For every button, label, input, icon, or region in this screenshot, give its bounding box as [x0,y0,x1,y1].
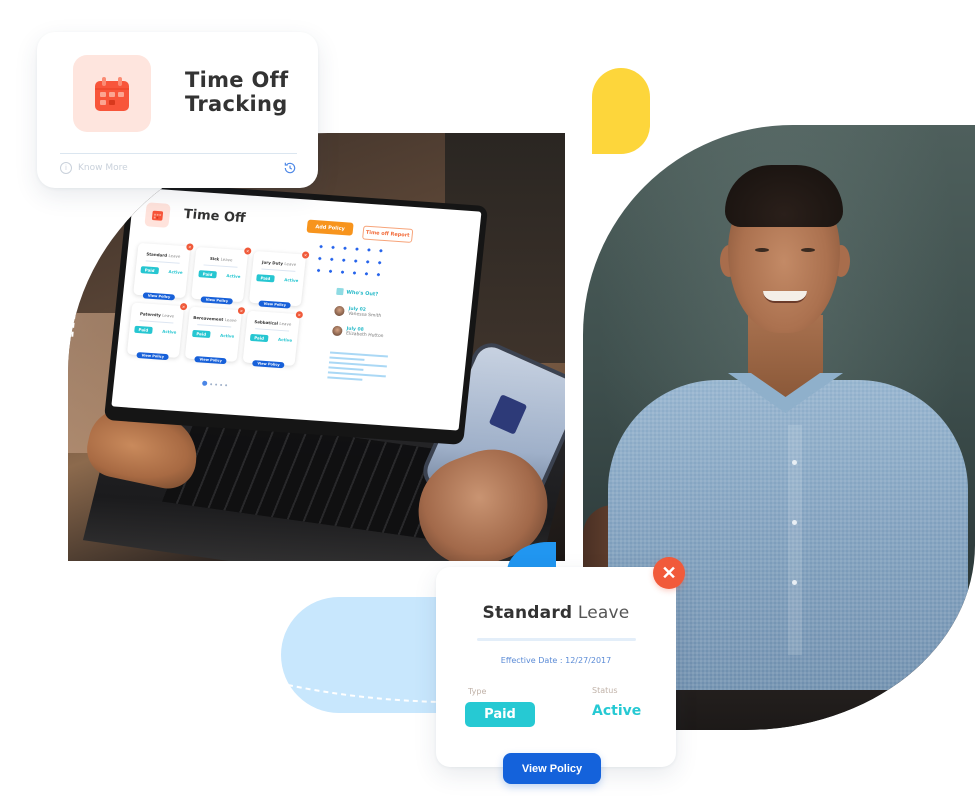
close-icon[interactable]: × [179,302,188,311]
standard-leave-card: Standard Leave Effective Date : 12/27/20… [436,567,676,767]
whos-out-person: July 08 Elizabeth Hutton [331,325,384,339]
pagination-dots[interactable] [201,380,228,388]
leave-title: Standard Leave [482,603,630,623]
close-icon[interactable]: × [301,251,310,259]
avatar [333,305,345,317]
calendar-icon [73,55,151,132]
view-policy-button[interactable]: View Policy [252,360,285,369]
time-off-tracking-card: Time Off Tracking i Know More [37,32,318,188]
type-label: Type [468,687,487,696]
policy-card: × Sabbatical Leave Paid Active View Polic… [242,310,304,369]
time-off-report-button[interactable]: Time off Report [362,225,414,243]
divider [477,638,636,641]
laptop-screen: Time Off Add Policy Time off Report × St… [103,181,489,445]
calendar-icon [144,202,171,228]
close-icon[interactable]: × [186,243,194,251]
close-icon[interactable]: × [237,306,246,315]
screen-title: Time Off [182,206,247,227]
laptop-photo: MacBook Pro Time Off Add Policy Time off… [68,133,565,561]
whos-out-heading: Who's Out? [336,287,379,298]
close-button[interactable]: ✕ [653,557,685,589]
calendar-icon [336,287,344,296]
effective-date: Effective Date : 12/27/2017 [500,656,612,665]
view-policy-button[interactable]: View Policy [136,351,170,361]
policy-card: × Paternity Leave Paid Active View Policy [126,302,188,361]
history-icon[interactable] [283,160,297,179]
policy-card: × Standard Leave Paid Active View Policy [133,242,194,301]
avatar [331,325,343,337]
status-label: Status [592,686,618,695]
add-policy-button[interactable]: Add Policy [306,219,354,236]
policy-card: × Sick Leave Paid Active View Policy [190,246,252,305]
know-more-link[interactable]: i Know More [60,162,128,174]
policy-grid: × Standard Leave Paid Active View Policy … [126,242,310,369]
card-title: Time Off Tracking [185,68,289,116]
close-icon[interactable]: × [295,311,304,319]
close-icon[interactable]: × [243,247,252,255]
policy-card: × Jury Duty Leave Paid Active View Policy [248,250,310,309]
close-icon: ✕ [661,562,677,583]
view-policy-button[interactable]: View Policy [142,292,176,301]
view-policy-button[interactable]: View Policy [503,753,601,784]
placeholder-lines [327,351,389,385]
decorative-dot-grid [311,240,386,285]
whos-out-person: July 02 Vanessa Smith [333,305,382,319]
view-policy-button[interactable]: View Policy [258,300,292,309]
view-policy-button[interactable]: View Policy [194,356,228,365]
info-icon: i [60,162,72,174]
divider [60,153,297,154]
view-policy-button[interactable]: View Policy [200,296,234,305]
policy-card: × Bereavement Leave Paid Active View Poli… [184,306,246,365]
type-badge: Paid [465,702,535,727]
status-value: Active [592,703,642,719]
